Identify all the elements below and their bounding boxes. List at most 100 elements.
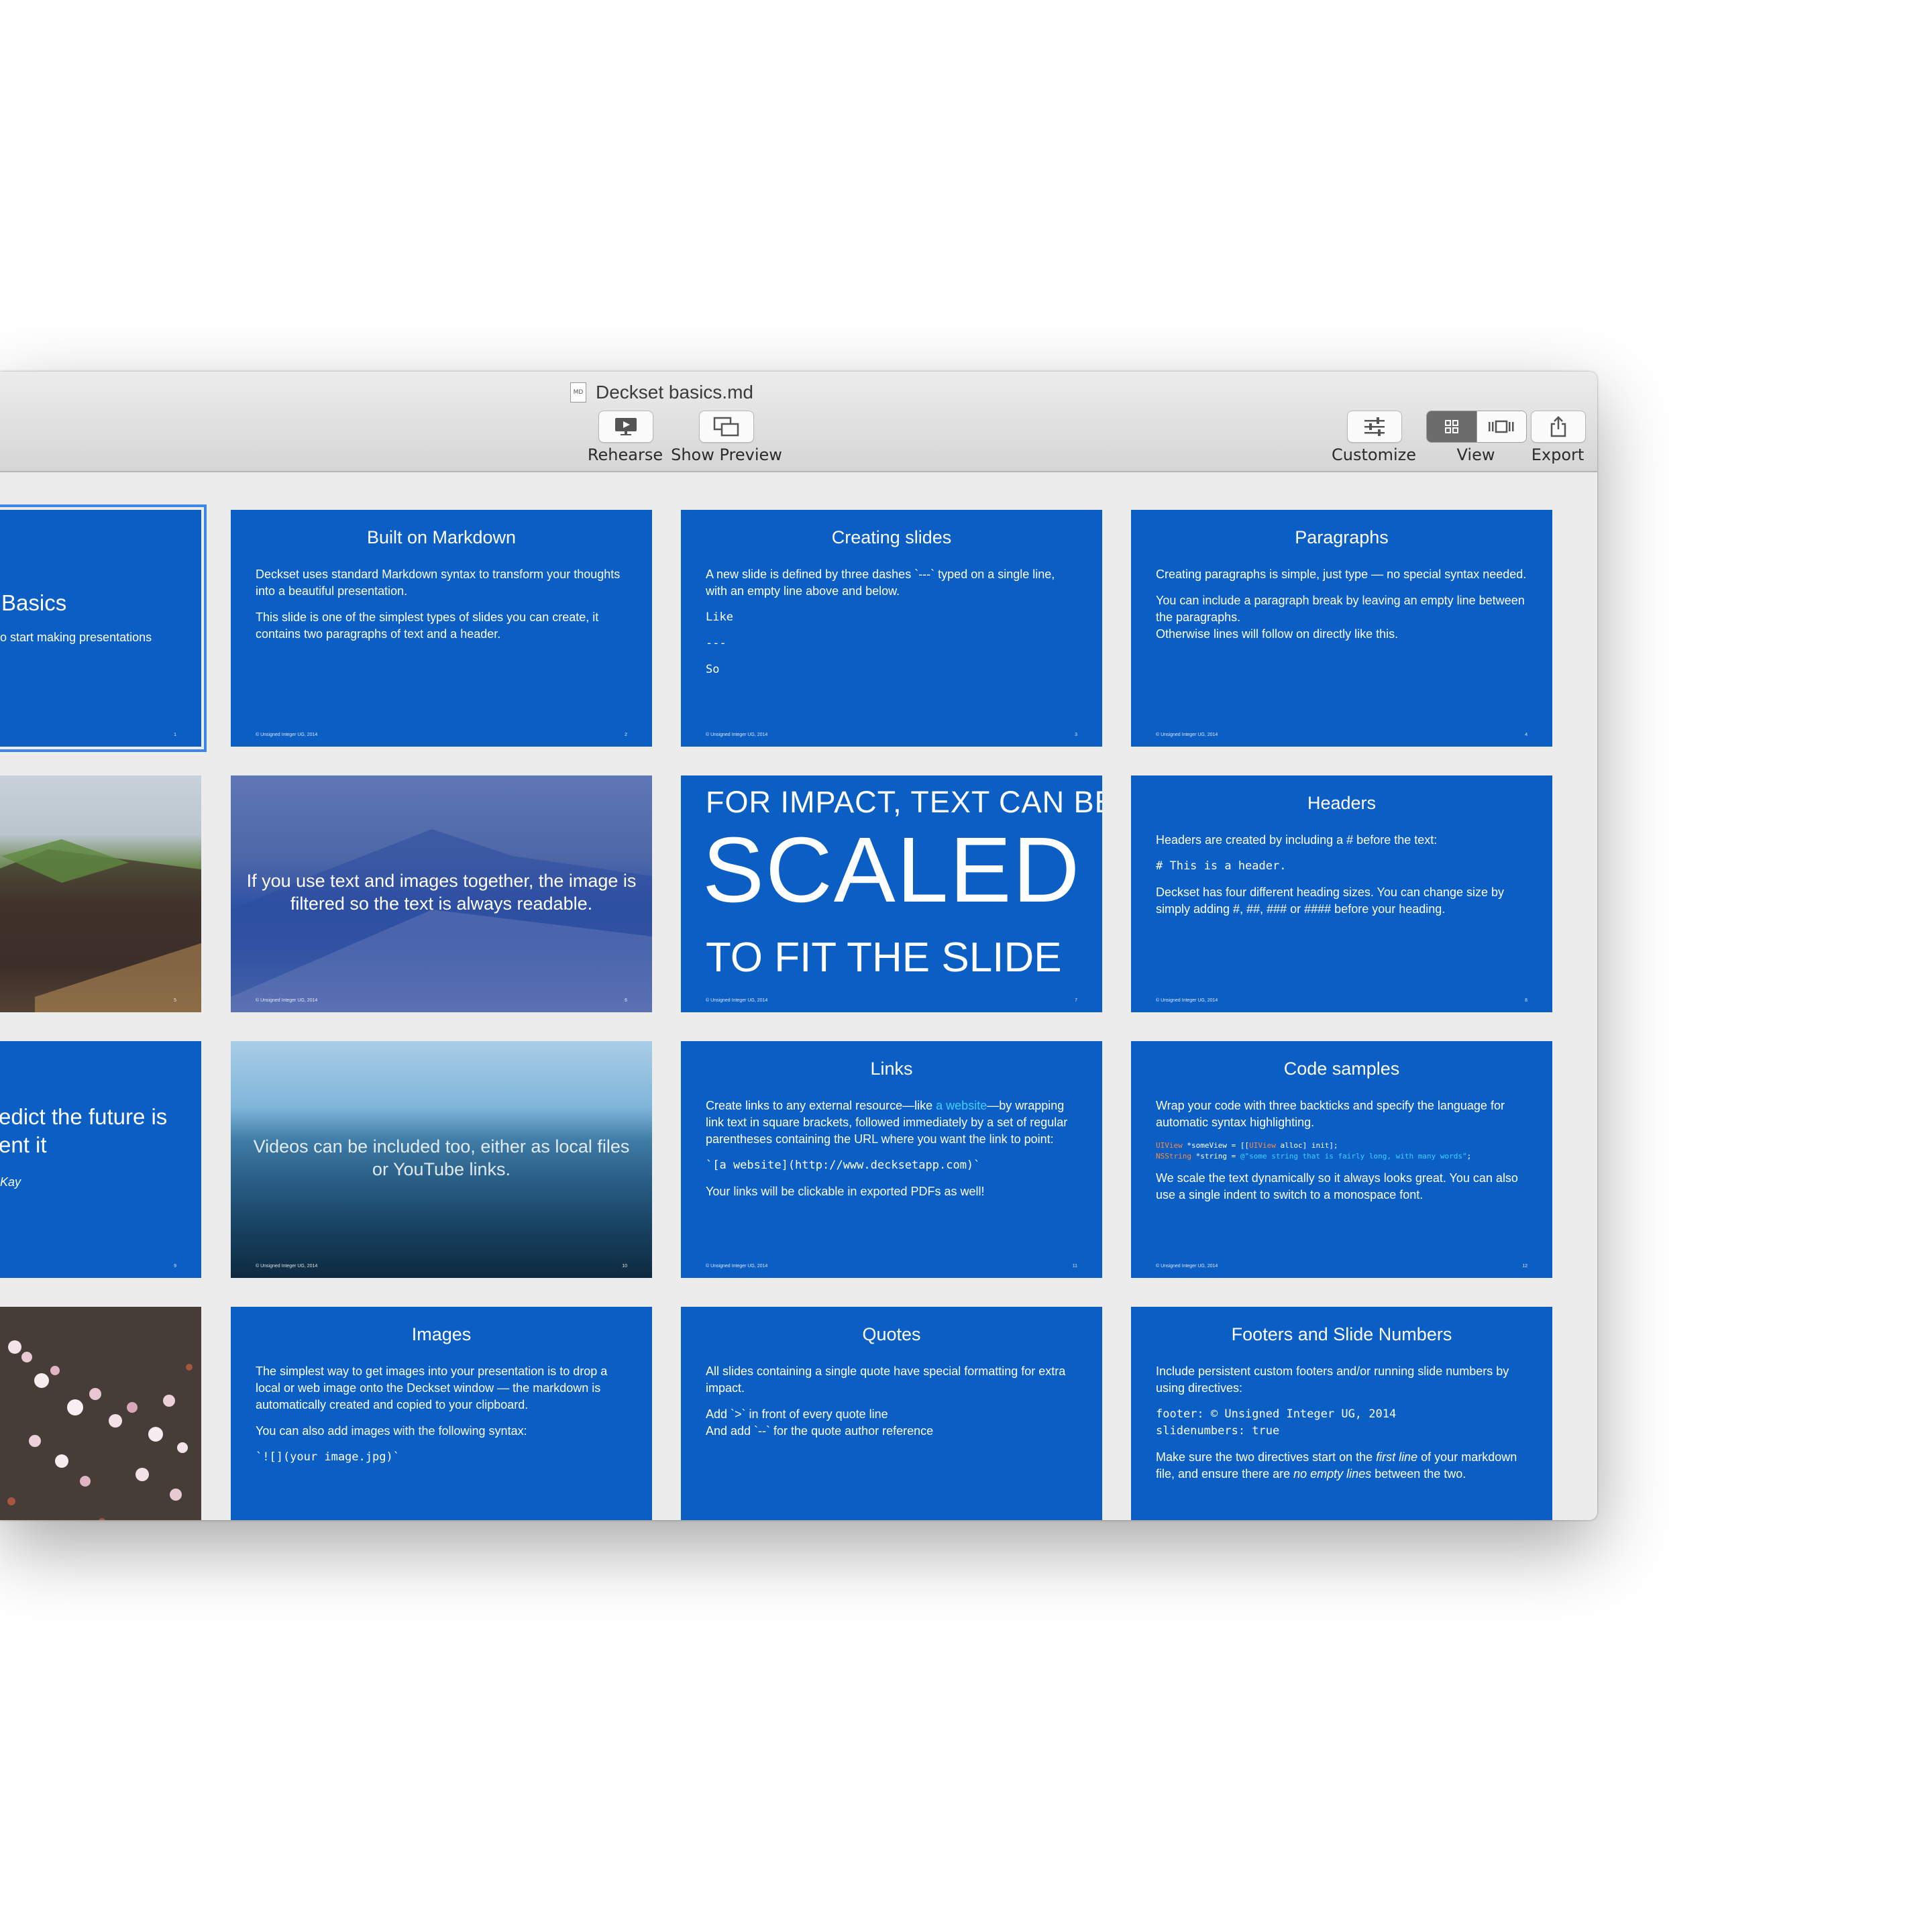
mountain-photo [0,839,201,1012]
slide-number: 2 [625,733,627,737]
window-title: MD Deckset basics.md [570,381,753,404]
slide-title: Quotes [862,1324,921,1344]
paragraph-text: Create links to any external resource—li… [706,1099,936,1112]
code-token: @"some string that is fairly long, with … [1240,1152,1467,1161]
paragraph-text: between the two. [1371,1467,1466,1481]
sliders-icon [1364,417,1385,436]
slide-number: 8 [1525,998,1527,1003]
slide-link[interactable]: a website [936,1099,987,1112]
slide-grid: Basics o start making presentations 1 Bu… [0,472,1597,1520]
slide-code: `[a website](http://www.decksetapp.com)` [706,1159,981,1172]
slide-thumbnail-9[interactable]: edict the future is ent it Kay 9 [0,1041,201,1278]
slide-thumbnail-10[interactable]: Videos can be included too, either as lo… [231,1041,652,1278]
export-label: Export [1531,445,1585,464]
slide-thumbnail-6[interactable]: If you use text and images together, the… [231,775,652,1012]
code-token: alloc] init]; [1275,1141,1338,1150]
slide-code: Like [706,610,733,624]
slide-code-block: footer: © Unsigned Integer UG, 2014 slid… [1156,1406,1527,1440]
slide-title: Paragraphs [1295,527,1389,547]
code-token: UIView [1249,1141,1276,1150]
slide-number: 1 [174,733,176,737]
slide-number: 3 [1075,733,1077,737]
deckset-window: MD Deckset basics.md Rehearse Show Previ… [0,372,1597,1520]
rehearse-button[interactable] [598,411,653,443]
slide-paragraph: Deckset has four different heading sizes… [1156,885,1505,916]
customize-button[interactable] [1347,411,1402,443]
slide-footer: © Unsigned Integer UG, 2014 [256,733,318,737]
slide-paragraph: Include persistent custom footers and/or… [1156,1364,1509,1395]
slide-thumbnail-16[interactable]: Footers and Slide Numbers Include persis… [1131,1307,1552,1520]
slide-paragraph: Deckset uses standard Markdown syntax to… [256,568,621,598]
slide-paragraph: We scale the text dynamically so it alwa… [1156,1171,1518,1201]
code-line: footer: © Unsigned Integer UG, 2014 [1156,1407,1397,1421]
customize-label: Customize [1332,445,1416,464]
slide-thumbnail-15[interactable]: Quotes All slides containing a single qu… [681,1307,1102,1520]
slide-number: 11 [1072,1264,1077,1269]
slide-subtitle: o start making presentations [0,631,152,644]
slide-paragraph: Make sure the two directives start on th… [1156,1449,1527,1483]
view-segmented-control[interactable] [1426,411,1527,443]
grid-icon [1444,420,1458,433]
slide-code-block: UIView *someView = [[UIView alloc] init]… [1156,1140,1527,1162]
view-label: View [1456,445,1495,464]
slide-paragraph: Wrap your code with three backticks and … [1156,1099,1505,1129]
paragraph-text: Make sure the two directives start on th… [1156,1450,1377,1464]
slide-thumbnail-2[interactable]: Built on Markdown Deckset uses standard … [231,510,652,747]
paragraph-emphasis: first line [1376,1450,1418,1464]
slide-thumbnail-5[interactable]: 5 [0,775,201,1012]
export-button[interactable] [1531,411,1586,443]
slide-strip-icon [1489,420,1514,433]
slide-thumbnail-14[interactable]: Images The simplest way to get images in… [231,1307,652,1520]
code-line: NSString *string = @"some string that is… [1156,1151,1527,1162]
slide-thumbnail-7[interactable]: FOR IMPACT, TEXT CAN BE SCALED TO FIT TH… [681,775,1102,1012]
slide-thumbnail-12[interactable]: Code samples Wrap your code with three b… [1131,1041,1552,1278]
rehearse-icon [615,418,637,435]
slide-paragraph: Your links will be clickable in exported… [706,1185,985,1198]
slide-thumbnail-1[interactable]: Basics o start making presentations 1 [0,504,207,752]
slide-paragraph: Otherwise lines will follow on directly … [1156,627,1399,641]
slide-footer: © Unsigned Integer UG, 2014 [1156,733,1218,737]
show-preview-label: Show Preview [671,445,782,464]
slide-thumbnail-8[interactable]: Headers Headers are created by including… [1131,775,1552,1012]
slide-overlay-text: If you use text and images together, the… [246,871,637,914]
code-line: slidenumbers: true [1156,1424,1280,1438]
slide-paragraph: This slide is one of the simplest types … [256,610,599,641]
slide-title: Footers and Slide Numbers [1231,1324,1452,1344]
slide-footer: © Unsigned Integer UG, 2014 [1156,1264,1218,1269]
slide-title: Headers [1307,793,1377,813]
slide-thumbnail-11[interactable]: Links Create links to any external resou… [681,1041,1102,1278]
slide-paragraph: Creating paragraphs is simple, just type… [1156,568,1527,581]
code-token: UIView [1156,1141,1183,1150]
window-title-text: Deckset basics.md [596,382,753,402]
slide-footer: © Unsigned Integer UG, 2014 [256,1264,318,1269]
code-token: *someView = [[ [1182,1141,1250,1150]
slide-footer: © Unsigned Integer UG, 2014 [706,998,768,1003]
view-presenter-button[interactable] [1476,411,1526,442]
slide-code: `![](your image.jpg)` [256,1450,400,1464]
slide-title: Basics [1,590,67,615]
slide-number: 5 [174,998,176,1003]
slide-quote-line-2: ent it [0,1132,47,1157]
slide-number: 12 [1522,1264,1527,1269]
view-grid-button[interactable] [1427,411,1477,442]
slide-overlay-text: Videos can be included too, either as lo… [253,1136,630,1179]
slide-heading-line-3: TO FIT THE SLIDE [706,934,1062,981]
slide-number: 6 [625,998,627,1003]
slide-paragraph: And add `--` for the quote author refere… [706,1424,934,1438]
slide-paragraph: Add `>` in front of every quote line [706,1407,888,1421]
slide-thumbnail-4[interactable]: Paragraphs Creating paragraphs is simple… [1131,510,1552,747]
show-preview-button[interactable] [699,411,754,443]
slide-number: 7 [1075,998,1077,1003]
toolbar: MD Deckset basics.md Rehearse Show Previ… [0,372,1597,472]
slide-title: Links [870,1059,913,1079]
code-line: UIView *someView = [[UIView alloc] init]… [1156,1140,1527,1151]
slide-thumbnail-13[interactable] [0,1307,201,1520]
slide-quote-line-1: edict the future is [0,1104,168,1129]
code-token: NSString [1156,1152,1191,1161]
slide-footer: © Unsigned Integer UG, 2014 [256,998,318,1003]
flowers-photo [0,1307,201,1520]
slide-thumbnail-3[interactable]: Creating slides A new slide is defined b… [681,510,1102,747]
slide-heading-scaled: SCALED [702,818,1081,922]
slide-number: 4 [1525,733,1527,737]
slide-paragraph: The simplest way to get images into your… [256,1364,608,1411]
